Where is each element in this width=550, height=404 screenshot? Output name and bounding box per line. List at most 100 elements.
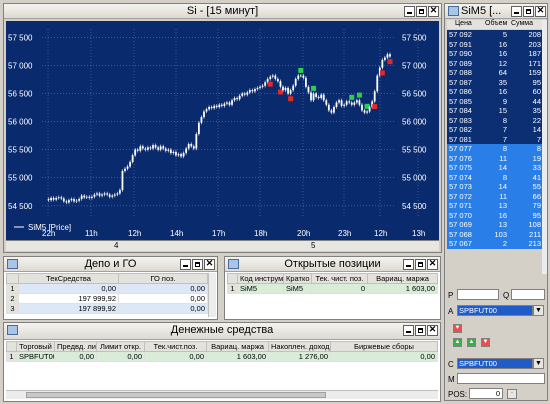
column-header[interactable] [6, 341, 17, 352]
positions-window[interactable]: Открытые позиции Код инструм Кратко Тек.… [224, 256, 441, 320]
bid-row[interactable]: 57 073 14 55 [447, 182, 542, 192]
ask-row[interactable]: 57 084 15 35 [447, 106, 542, 116]
price-cell: 57 068 [449, 229, 472, 239]
close-position-icon[interactable]: · [507, 389, 517, 399]
column-header[interactable] [227, 273, 238, 284]
bid-row[interactable]: 57 077 8 8 [447, 144, 542, 154]
column-header[interactable]: ТекСредства [18, 273, 119, 284]
bid-row[interactable]: 57 075 14 33 [447, 163, 542, 173]
comment-input[interactable] [457, 373, 545, 384]
column-header[interactable]: Лимит откр. [96, 341, 145, 352]
close-button[interactable] [535, 5, 546, 17]
ask-row[interactable]: 57 081 7 7 [447, 134, 542, 144]
bid-row[interactable]: 57 074 8 41 [447, 172, 542, 182]
sell-icon[interactable]: ▼ [453, 324, 462, 333]
bid-row[interactable]: 57 069 13 108 [447, 220, 542, 230]
table-row[interactable]: 3 197 899,92 0,00 [6, 303, 208, 314]
column-header[interactable]: Биржевые сборы [330, 341, 438, 352]
order-book-titlebar[interactable]: SiM5 [... [445, 4, 547, 19]
bid-row[interactable]: 57 072 11 66 [447, 191, 542, 201]
account-a-select[interactable]: SPBFUT00 [457, 305, 533, 316]
column-header[interactable]: Предвд. лими [54, 341, 97, 352]
chevron-down-icon[interactable]: ▼ [533, 305, 544, 316]
price-cell: 57 092 [449, 30, 472, 39]
bid-row[interactable]: 57 071 13 79 [447, 201, 542, 211]
position-label: POS: [448, 390, 468, 399]
chevron-down-icon[interactable]: ▼ [533, 358, 544, 369]
chart-window[interactable]: Si - [15 минут] 57 500 57 500 57 000 57 000… [3, 3, 442, 253]
buy-market-icon[interactable]: ▲ [467, 338, 476, 347]
account-c-select[interactable]: SPBFUT00 [457, 358, 533, 369]
ask-row[interactable]: 57 085 9 44 [447, 96, 542, 106]
x-tick-label: 11h [85, 229, 98, 238]
table-row[interactable]: 1 SiM5 SiM5 0 1 603,00 [227, 283, 438, 294]
column-header[interactable]: Кратко [283, 273, 312, 284]
column-header[interactable]: Сумма [511, 20, 533, 27]
ask-row[interactable]: 57 092 5 208 [447, 30, 542, 40]
candle-body [312, 93, 315, 101]
table-row[interactable]: 1 0,00 0,00 [6, 283, 208, 294]
column-header[interactable]: Тек. чист. поз. [311, 273, 368, 284]
ask-row[interactable]: 57 088 64 159 [447, 68, 542, 78]
quantity-input[interactable] [511, 289, 545, 300]
column-header[interactable]: ГО поз. [118, 273, 208, 284]
vertical-scrollbar[interactable] [208, 273, 216, 317]
column-header[interactable] [6, 273, 19, 284]
ask-row[interactable]: 57 089 12 171 [447, 58, 542, 68]
scroll-thumb[interactable] [26, 392, 326, 398]
column-header[interactable]: Вариац. маржа [367, 273, 438, 284]
close-button[interactable] [427, 258, 438, 270]
minimize-button[interactable] [403, 259, 414, 270]
maximize-button[interactable] [415, 259, 426, 270]
column-header[interactable]: Накоплен. доход [268, 341, 331, 352]
close-button[interactable] [428, 5, 439, 17]
column-header[interactable]: Объем [485, 20, 507, 27]
buy-green-icon[interactable]: ▲ [453, 338, 462, 347]
table-row[interactable]: 1 SPBFUT00 0,00 0,00 0,00 1 603,00 1 276… [6, 351, 438, 362]
row-number: 1 [227, 283, 238, 294]
price-input[interactable] [457, 289, 499, 300]
bid-row[interactable]: 57 068 103 211 [447, 229, 542, 239]
chart-titlebar[interactable]: Si - [15 минут] [4, 4, 441, 19]
minimize-button[interactable] [511, 6, 522, 17]
candle-body [299, 75, 302, 77]
positions-titlebar[interactable]: Открытые позиции [225, 257, 440, 272]
column-header[interactable]: Торговый [16, 341, 55, 352]
table-row[interactable]: 2 197 999,92 0,00 [6, 293, 208, 304]
minimize-button[interactable] [403, 325, 414, 336]
bid-row[interactable]: 57 076 11 19 [447, 153, 542, 163]
close-button[interactable] [427, 324, 438, 336]
column-header[interactable]: Код инструм [237, 273, 284, 284]
cell: 1 276,00 [268, 351, 331, 362]
money-window[interactable]: Денежные средства Торговый Предвд. лими … [3, 322, 441, 402]
maximize-button[interactable] [415, 325, 426, 336]
depo-window[interactable]: Депо и ГО ТекСредства ГО поз. 1 0,00 0,0… [3, 256, 218, 320]
maximize-button[interactable] [416, 6, 427, 17]
ask-row[interactable]: 57 090 16 187 [447, 49, 542, 59]
close-button[interactable] [204, 258, 215, 270]
column-header[interactable]: Вариац. маржа [206, 341, 269, 352]
ask-row[interactable]: 57 083 8 22 [447, 115, 542, 125]
ask-row[interactable]: 57 082 7 14 [447, 125, 542, 135]
ask-row[interactable]: 57 087 35 95 [447, 77, 542, 87]
money-titlebar[interactable]: Денежные средства [4, 323, 440, 340]
candle-body [228, 102, 231, 105]
ask-row[interactable]: 57 091 16 203 [447, 39, 542, 49]
vertical-scrollbar[interactable] [542, 20, 547, 274]
ask-row[interactable]: 57 086 16 60 [447, 87, 542, 97]
minimize-button[interactable] [180, 259, 191, 270]
bid-row[interactable]: 57 067 2 213 [447, 239, 542, 249]
sell-market-icon[interactable]: ▼ [481, 338, 490, 347]
bid-row[interactable]: 57 070 16 95 [447, 210, 542, 220]
maximize-button[interactable] [192, 259, 203, 270]
order-book-rows[interactable]: 57 092 5 208 57 091 16 203 57 090 16 187 57 089 12… [447, 30, 542, 274]
minimize-button[interactable] [404, 6, 415, 17]
column-header[interactable]: Тек.чист.поз. [144, 341, 207, 352]
horizontal-scrollbar[interactable] [6, 390, 438, 399]
column-header[interactable]: Цена [455, 20, 472, 27]
order-book-window[interactable]: SiM5 [... Цена Объем Сумма 57 092520857 … [444, 3, 548, 401]
depo-titlebar[interactable]: Депо и ГО [4, 257, 217, 272]
candle-body [345, 101, 348, 105]
price-chart[interactable]: 57 500 57 500 57 000 57 000 56 500 56 500 56 0… [6, 21, 439, 240]
maximize-button[interactable] [523, 6, 534, 17]
